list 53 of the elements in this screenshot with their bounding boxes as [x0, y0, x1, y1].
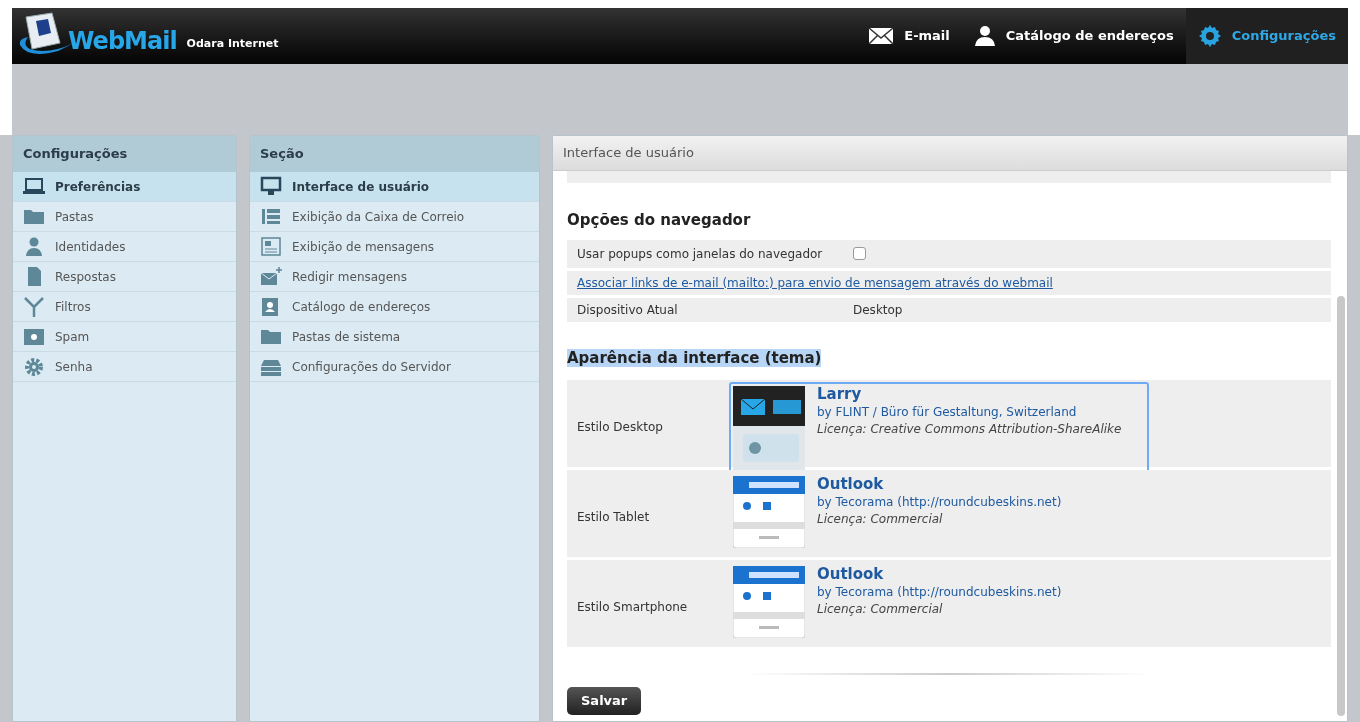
nav-link[interactable]: Catálogo de endereços: [961, 8, 1186, 64]
envelope-plus-icon: [260, 265, 282, 288]
field-value: Desktop: [853, 301, 903, 319]
panel-title: Configurações: [13, 136, 236, 172]
scrollbar[interactable]: [1337, 296, 1345, 716]
gear-icon: [1197, 24, 1222, 48]
field-label: Dispositivo Atual: [577, 301, 679, 319]
menu-item[interactable]: Preferências: [13, 172, 236, 202]
theme-author: by FLINT / Büro für Gestaltung, Switzerland: [817, 403, 1078, 421]
field-label: Usar popups como janelas do navegador: [577, 245, 824, 263]
theme-option[interactable]: Outlook by Tecorama (http://roundcubeskins.net) Licença: Commercial: [729, 471, 1090, 552]
document-icon: [260, 235, 282, 258]
menu-item[interactable]: Pastas: [13, 202, 236, 232]
section-heading: Opções do navegador: [567, 210, 752, 231]
theme-name: Outlook: [817, 473, 885, 494]
filter-icon: [23, 295, 45, 318]
field-label: Estilo Smartphone: [577, 598, 689, 616]
menu-item[interactable]: Pastas de sistema: [250, 322, 539, 352]
menu-item[interactable]: Filtros: [13, 292, 236, 322]
person-icon: [973, 25, 996, 47]
menu-item[interactable]: Spam: [13, 322, 236, 352]
field-label: Estilo Desktop: [577, 418, 664, 436]
monitor-icon: [260, 175, 282, 198]
menu-item[interactable]: Senha: [13, 352, 236, 382]
menu-item[interactable]: Respostas: [13, 262, 236, 292]
menu-item[interactable]: Interface de usuário: [250, 172, 539, 202]
menu-item[interactable]: Redigir mensagens: [250, 262, 539, 292]
theme-name: Larry: [817, 383, 863, 404]
menu-item[interactable]: Exibição de mensagens: [250, 232, 539, 262]
theme-license: Licença: Creative Commons Attribution-ShareAlike: [817, 420, 1122, 438]
save-button[interactable]: Salvar: [567, 686, 642, 715]
menu-item[interactable]: Catálogo de endereços: [250, 292, 539, 322]
logo-subtitle: Odara Internet: [186, 35, 279, 52]
checkbox[interactable]: [853, 247, 866, 260]
nav-link[interactable]: E-mail: [856, 8, 962, 64]
field-label: Estilo Tablet: [577, 508, 651, 526]
menu-item[interactable]: Configurações do Servidor: [250, 352, 539, 382]
theme-option[interactable]: Outlook by Tecorama (http://roundcubeskins.net) Licença: Commercial: [729, 561, 1090, 642]
theme-license: Licença: Commercial: [817, 510, 944, 528]
theme-author: by Tecorama (http://roundcubeskins.net): [817, 493, 1062, 511]
panel-title: Interface de usuário: [553, 136, 1347, 171]
menu-item[interactable]: Exibição da Caixa de Correio: [250, 202, 539, 232]
theme-author: by Tecorama (http://roundcubeskins.net): [817, 583, 1062, 601]
theme-license: Licença: Commercial: [817, 600, 944, 618]
envelope-icon: [868, 27, 895, 45]
person-icon: [23, 235, 45, 258]
section-heading: Aparência da interface (tema): [567, 348, 822, 367]
panel-title: Seção: [250, 136, 539, 172]
nav-link[interactable]: Configurações: [1185, 8, 1348, 64]
theme-name: Outlook: [817, 563, 885, 584]
logo-text: WebMail: [68, 29, 177, 53]
gear-icon: [23, 355, 45, 378]
menu-item[interactable]: Identidades: [13, 232, 236, 262]
